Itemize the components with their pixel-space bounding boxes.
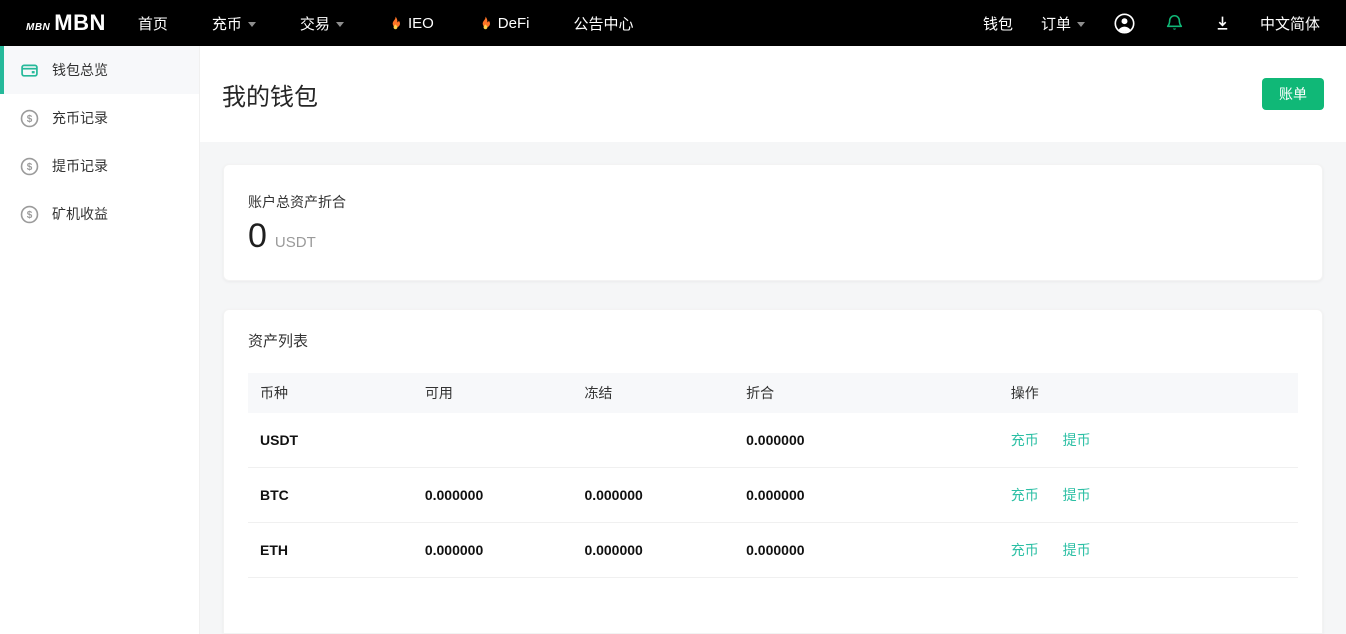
total-assets-label: 账户总资产折合: [248, 192, 1298, 212]
total-assets-value: 0: [248, 217, 267, 256]
chevron-down-icon: [248, 22, 256, 27]
download-icon: [1213, 14, 1232, 33]
asset-table-header: 币种 可用 冻结 折合 操作: [248, 373, 1298, 413]
total-assets-card: 账户总资产折合 0 USDT: [223, 164, 1323, 281]
nav-label: 钱包: [983, 13, 1013, 34]
fire-icon: [388, 15, 403, 31]
main-content: 我的钱包 账单 账户总资产折合 0 USDT 资产列表: [200, 46, 1346, 634]
col-available: 可用: [413, 373, 573, 413]
logo-mark: MBN: [26, 22, 50, 33]
converted-value: 0.000000: [734, 468, 999, 523]
deposit-link[interactable]: 充币: [1011, 542, 1039, 558]
withdraw-link[interactable]: 提币: [1063, 487, 1091, 503]
nav-label: 交易: [300, 13, 330, 34]
nav-label: 充币: [212, 13, 242, 34]
available-value: 0.000000: [413, 468, 573, 523]
asset-list-title: 资产列表: [248, 330, 1298, 351]
chevron-down-icon: [1077, 22, 1085, 27]
col-coin: 币种: [248, 373, 413, 413]
nav-label: 订单: [1041, 13, 1071, 34]
nav-label: DeFi: [498, 15, 530, 32]
logo-text: MBN: [54, 10, 106, 36]
withdraw-link[interactable]: 提币: [1063, 542, 1091, 558]
table-row: ETH 0.000000 0.000000 0.000000 充币 提币: [248, 523, 1298, 578]
nav-item-defi[interactable]: DeFi: [478, 15, 530, 32]
sidebar-item-mining-income[interactable]: $ 矿机收益: [0, 190, 199, 238]
page-header: 我的钱包 账单: [200, 46, 1346, 142]
col-actions: 操作: [999, 373, 1298, 413]
deposit-link[interactable]: 充币: [1011, 487, 1039, 503]
chevron-down-icon: [336, 22, 344, 27]
svg-text:$: $: [27, 162, 33, 173]
nav-label: IEO: [408, 15, 434, 32]
dollar-circle-icon: $: [20, 157, 39, 176]
withdraw-link[interactable]: 提币: [1063, 432, 1091, 448]
sidebar-item-withdraw-records[interactable]: $ 提币记录: [0, 142, 199, 190]
notifications-button[interactable]: [1164, 13, 1185, 34]
bell-icon: [1164, 13, 1185, 34]
nav-item-ieo[interactable]: IEO: [388, 15, 434, 32]
bill-button[interactable]: 账单: [1262, 78, 1324, 110]
content-area: 账户总资产折合 0 USDT 资产列表 币种: [200, 142, 1346, 634]
main-nav: 首页 充币 交易 IEO DeFi 公告中心: [138, 13, 634, 34]
converted-value: 0.000000: [734, 523, 999, 578]
coin-name: BTC: [248, 468, 413, 523]
total-assets-unit: USDT: [275, 234, 316, 251]
asset-table: 币种 可用 冻结 折合 操作 USDT 0.000000: [248, 373, 1298, 578]
converted-value: 0.000000: [734, 413, 999, 468]
sidebar-item-wallet-overview[interactable]: 钱包总览: [0, 46, 199, 94]
nav-item-trade[interactable]: 交易: [300, 13, 344, 34]
nav-item-orders[interactable]: 订单: [1041, 13, 1085, 34]
nav-item-announcements[interactable]: 公告中心: [573, 13, 633, 34]
brand-logo[interactable]: MBN MBN: [26, 10, 106, 36]
nav-label: 公告中心: [573, 13, 633, 34]
available-value: 0.000000: [413, 523, 573, 578]
wallet-icon: [20, 61, 39, 80]
coin-name: USDT: [248, 413, 413, 468]
frozen-value: 0.000000: [572, 523, 734, 578]
frozen-value: 0.000000: [572, 468, 734, 523]
nav-right: 钱包 订单 中文简体: [983, 12, 1320, 35]
sidebar-item-label: 提币记录: [52, 156, 108, 176]
dollar-circle-icon: $: [20, 109, 39, 128]
download-button[interactable]: [1213, 14, 1232, 33]
nav-item-home[interactable]: 首页: [138, 13, 168, 34]
nav-label: 首页: [138, 13, 168, 34]
svg-text:$: $: [27, 210, 33, 221]
table-row: USDT 0.000000 充币 提币: [248, 413, 1298, 468]
user-account-icon: [1113, 12, 1136, 35]
sidebar-item-label: 钱包总览: [52, 60, 108, 80]
language-selector[interactable]: 中文简体: [1260, 13, 1320, 34]
sidebar-item-label: 充币记录: [52, 108, 108, 128]
col-frozen: 冻结: [572, 373, 734, 413]
total-assets-value-row: 0 USDT: [248, 217, 1298, 256]
language-label: 中文简体: [1260, 13, 1320, 34]
dollar-circle-icon: $: [20, 205, 39, 224]
svg-text:$: $: [27, 114, 33, 125]
fire-icon: [478, 15, 493, 31]
col-converted: 折合: [734, 373, 999, 413]
asset-list-card: 资产列表 币种 可用 冻结 折合 操作: [223, 309, 1323, 634]
deposit-link[interactable]: 充币: [1011, 432, 1039, 448]
available-value: [413, 413, 573, 468]
top-navbar: MBN MBN 首页 充币 交易 IEO DeFi 公告中心: [0, 0, 1346, 46]
sidebar-item-label: 矿机收益: [52, 204, 108, 224]
nav-item-deposit[interactable]: 充币: [212, 13, 256, 34]
sidebar-item-deposit-records[interactable]: $ 充币记录: [0, 94, 199, 142]
frozen-value: [572, 413, 734, 468]
nav-item-wallet[interactable]: 钱包: [983, 13, 1013, 34]
table-row: BTC 0.000000 0.000000 0.000000 充币 提币: [248, 468, 1298, 523]
account-button[interactable]: [1113, 12, 1136, 35]
page-title: 我的钱包: [222, 77, 318, 112]
sidebar: 钱包总览 $ 充币记录 $ 提币记录 $ 矿机收益: [0, 46, 200, 634]
coin-name: ETH: [248, 523, 413, 578]
